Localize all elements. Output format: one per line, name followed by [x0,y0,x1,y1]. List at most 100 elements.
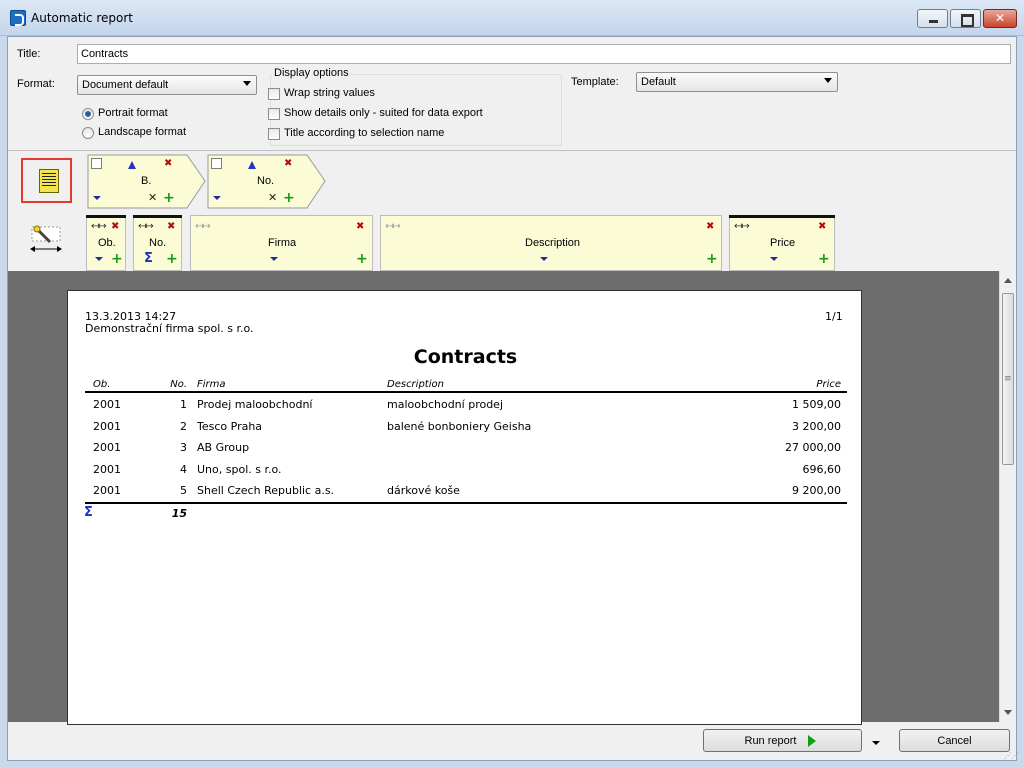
column-label: No. [149,237,167,249]
column-ob[interactable]: ↤↦ ✖ Ob. + [86,215,126,271]
add-icon[interactable]: + [706,252,718,266]
report-company: Demonstrační firma spol. s r.o. [85,322,254,335]
template-select[interactable]: Default [636,72,838,92]
title-selection-checkbox[interactable]: Title according to selection name [268,127,558,141]
sort-ascending-icon[interactable] [128,161,136,169]
maximize-button[interactable] [950,9,981,28]
clear-icon[interactable]: ✕ [268,191,277,204]
remove-icon[interactable]: ✖ [706,221,714,232]
report-header-no: No. [170,379,187,390]
resize-icon[interactable]: ↤↦ [138,221,154,232]
group-item-b[interactable]: ✖ B. ✕ + [87,154,207,209]
scroll-up-icon[interactable] [1004,278,1012,283]
title-selection-label: Title according to selection name [284,127,445,139]
run-report-button[interactable]: Run report [703,729,862,752]
format-select[interactable]: Document default [77,75,257,95]
clear-icon[interactable]: ✕ [148,191,157,204]
remove-icon[interactable]: ✖ [818,221,826,232]
sort-ascending-icon[interactable] [248,161,256,169]
dialog-body: Title: Contracts Format: Document defaul… [7,36,1019,761]
dropdown-icon[interactable] [95,257,103,261]
add-icon[interactable]: + [166,252,178,266]
group-checkbox[interactable] [211,158,222,169]
run-report-label: Run report [744,735,797,747]
column-no[interactable]: ↤↦ ✖ No. Σ + [133,215,182,271]
report-header-description: Description [387,379,444,390]
cell-ob: 2001 [93,462,121,476]
resize-icon[interactable]: ↤↦ [734,221,750,232]
wrap-string-label: Wrap string values [284,87,375,99]
cell-no: 5 [180,484,187,497]
remove-icon[interactable]: ✖ [111,221,119,232]
remove-icon[interactable]: ✖ [167,221,175,232]
template-label: Template: [571,76,619,88]
column-price[interactable]: ↤↦ ✖ Price + [729,215,835,271]
report-page: 13.3.2013 14:27 Demonstrační firma spol.… [67,290,862,725]
table-row: 2001 1 Prodej maloobchodní maloobchodní pro… [68,398,863,414]
vertical-scrollbar[interactable] [999,271,1016,722]
sum-icon[interactable]: Σ [144,251,153,266]
format-label: Format: [17,78,55,90]
cell-no: 3 [180,441,187,454]
title-input-value: Contracts [81,48,129,60]
resize-icon[interactable]: ↤↦ [385,221,401,232]
cell-no: 2 [180,419,187,433]
cell-firma: Uno, spol. s r.o. [197,462,282,476]
cancel-label: Cancel [937,735,972,747]
chevron-down-icon [824,78,832,83]
landscape-radio[interactable]: Landscape format [82,126,242,140]
remove-icon[interactable]: ✖ [356,221,364,232]
cell-no: 4 [180,462,187,476]
checkbox-icon [268,128,280,140]
wrap-string-checkbox[interactable]: Wrap string values [268,87,558,101]
dropdown-icon[interactable] [93,196,101,200]
table-row: 2001 4 Uno, spol. s r.o. 696,60 [68,463,863,479]
cell-firma: Prodej maloobchodní [197,398,313,411]
template-select-value: Default [641,76,676,88]
run-options-dropdown[interactable] [870,738,882,750]
title-bar [0,0,1024,36]
dropdown-icon[interactable] [540,257,548,261]
minimize-button[interactable] [917,9,948,28]
landscape-label: Landscape format [98,126,187,138]
report-header-firma: Firma [197,379,226,390]
add-icon[interactable]: + [111,252,123,266]
add-icon[interactable]: + [818,252,830,266]
cell-price: 696,60 [802,462,842,476]
sum-icon: Σ [84,505,93,520]
scroll-thumb[interactable] [1002,293,1014,465]
display-options-legend: Display options [272,67,351,79]
resize-grip-icon[interactable]: ⋰⋰ [1004,751,1019,761]
resize-icon[interactable]: ↤↦ [91,221,107,232]
column-visible-bar [86,215,126,218]
cell-firma: Tesco Praha [197,419,263,433]
title-input[interactable]: Contracts [77,44,1011,64]
details-only-label: Show details only - suited for data expo… [284,107,483,119]
dropdown-icon[interactable] [213,196,221,200]
close-button[interactable] [983,9,1017,28]
group-by-icon-button[interactable] [21,158,72,203]
column-visible-bar [729,215,835,218]
column-description[interactable]: ↤↦ ✖ Description + [380,215,722,271]
dropdown-icon[interactable] [270,257,278,261]
remove-icon[interactable]: ✖ [164,158,172,169]
portrait-radio[interactable]: Portrait format [82,107,242,121]
scroll-down-icon[interactable] [1004,710,1012,715]
add-icon[interactable]: + [283,191,295,205]
column-width-icon[interactable] [28,225,64,255]
group-item-no[interactable]: ✖ No. ✕ + [207,154,327,209]
dropdown-icon[interactable] [770,257,778,261]
cell-description: maloobchodní prodej [387,398,504,411]
column-label: Firma [268,237,297,249]
add-icon[interactable]: + [356,252,368,266]
cancel-button[interactable]: Cancel [899,729,1010,752]
details-only-checkbox[interactable]: Show details only - suited for data expo… [268,107,558,121]
radio-selected-icon [82,108,94,120]
group-checkbox[interactable] [91,158,102,169]
add-icon[interactable]: + [163,191,175,205]
remove-icon[interactable]: ✖ [284,158,292,169]
resize-icon[interactable]: ↤↦ [195,221,211,232]
column-firma[interactable]: ↤↦ ✖ Firma + [190,215,373,271]
report-page-number: 1/1 [825,310,843,323]
play-icon [808,735,816,747]
